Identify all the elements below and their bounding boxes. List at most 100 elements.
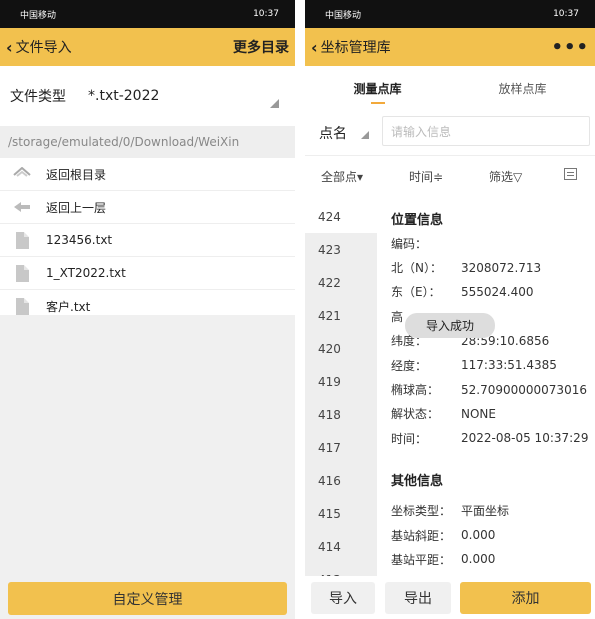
detail-key: 椭球高： <box>391 383 440 398</box>
file-name: 123456.txt <box>46 233 113 247</box>
detail-row: 编码： <box>391 231 595 255</box>
status-bar: 中国移动 10:37 <box>0 0 295 28</box>
carrier-label: 中国移动 <box>325 10 362 21</box>
list-item[interactable]: 416 <box>305 464 377 497</box>
detail-value: 0.000 <box>461 552 496 567</box>
status-time: 10:37 <box>553 9 579 19</box>
detail-value: 0.000 <box>461 528 496 543</box>
page-title: 文件导入 <box>15 40 72 56</box>
back-arrow-icon <box>12 201 32 213</box>
point-detail: 位置信息 编码： 北（N）： 3208072.713 东（E）： 555024.40… <box>391 205 595 572</box>
all-points-filter[interactable]: 全部点▾ <box>321 168 363 185</box>
tab-survey-points[interactable]: 测量点库 <box>305 80 450 97</box>
list-item-label: 返回上一层 <box>46 200 107 215</box>
detail-row: 经度： 117:33:51.4385 <box>391 353 595 377</box>
list-item[interactable]: 421 <box>305 299 377 332</box>
detail-value: NONE <box>461 406 496 421</box>
file-icon <box>12 298 32 315</box>
list-item[interactable]: 414 <box>305 530 377 563</box>
detail-key: 编码： <box>391 236 428 251</box>
detail-key: 基站平距： <box>391 552 452 567</box>
status-bar: 中国移动 10:37 <box>305 0 595 28</box>
dropdown-triangle-icon <box>270 99 279 108</box>
detail-value: 3208072.713 <box>461 260 542 275</box>
list-item-label: 返回根目录 <box>46 167 107 182</box>
add-button[interactable]: 添加 <box>460 582 591 614</box>
list-item[interactable]: 415 <box>305 497 377 530</box>
current-path: /storage/emulated/0/Download/WeiXin <box>0 126 295 158</box>
file-type-value: *.txt-2022 <box>88 88 160 104</box>
custom-manage-button[interactable]: 自定义管理 <box>8 582 287 615</box>
filter-bar: 全部点▾ 时间≑ 筛选▽ <box>305 156 595 194</box>
tab-stakeout-points[interactable]: 放样点库 <box>450 80 595 97</box>
detail-row: 北（N）： 3208072.713 <box>391 255 595 279</box>
file-name: 1_XT2022.txt <box>46 266 126 280</box>
file-row[interactable]: 1_XT2022.txt <box>0 257 295 290</box>
coordinate-library-screen: 中国移动 10:37 ‹ 坐标管理库 ••• 测量点库 放样点库 点名 请输入信… <box>305 0 595 619</box>
file-icon <box>12 231 32 249</box>
detail-row: 解状态： NONE <box>391 402 595 426</box>
detail-row: 坐标类型： 平面坐标 <box>391 499 595 523</box>
detail-value: 52.70900000073016 <box>461 382 587 397</box>
detail-value: 555024.400 <box>461 284 534 299</box>
more-directories-button[interactable]: 更多目录 <box>233 37 289 57</box>
toast-message: 导入成功 <box>405 313 495 338</box>
tab-bar: 测量点库 放样点库 <box>305 66 595 110</box>
list-item[interactable]: 422 <box>305 266 377 299</box>
file-import-screen: 中国移动 10:37 ‹ 文件导入 更多目录 文件类型 *.txt-2022 /… <box>0 0 295 619</box>
detail-row: 东（E）： 555024.400 <box>391 280 595 304</box>
search-field-selector[interactable]: 点名 <box>319 123 379 143</box>
detail-key: 坐标类型： <box>391 504 452 519</box>
list-item-root[interactable]: 返回根目录 <box>0 158 295 191</box>
time-sort[interactable]: 时间≑ <box>409 168 443 185</box>
detail-value: 117:33:51.4385 <box>461 358 557 373</box>
list-item[interactable]: 418 <box>305 398 377 431</box>
search-input[interactable]: 请输入信息 <box>382 116 590 146</box>
detail-key: 北（N）： <box>391 261 442 276</box>
list-item-up[interactable]: 返回上一层 <box>0 191 295 224</box>
chevron-left-icon: ‹ <box>6 37 13 57</box>
point-id-list: 424 423 422 421 420 419 418 417 416 415 … <box>305 200 377 587</box>
list-item[interactable]: 417 <box>305 431 377 464</box>
file-type-label: 文件类型 <box>10 89 66 105</box>
list-item[interactable]: 419 <box>305 365 377 398</box>
detail-key: 东（E）： <box>391 285 441 300</box>
carrier-label: 中国移动 <box>20 10 57 21</box>
file-name: 客户.txt <box>46 300 91 314</box>
file-icon <box>12 264 32 282</box>
detail-key: 解状态： <box>391 407 440 422</box>
list-item[interactable]: 423 <box>305 233 377 266</box>
file-row[interactable]: 123456.txt <box>0 224 295 257</box>
position-info-title: 位置信息 <box>391 212 444 228</box>
list-view-icon[interactable] <box>564 168 577 180</box>
home-icon <box>12 167 32 181</box>
list-item[interactable]: 424 <box>305 200 377 233</box>
chevron-left-icon: ‹ <box>311 37 318 57</box>
empty-area <box>0 315 295 619</box>
export-button[interactable]: 导出 <box>385 582 451 614</box>
status-time: 10:37 <box>253 9 279 19</box>
detail-row: 基站斜距： 0.000 <box>391 523 595 547</box>
detail-value: 平面坐标 <box>461 504 510 519</box>
bottom-action-bar: 导入 导出 添加 <box>305 576 595 619</box>
page-title: 坐标管理库 <box>320 40 391 56</box>
dropdown-triangle-icon <box>361 130 369 139</box>
back-button[interactable]: ‹ 文件导入 <box>6 37 72 57</box>
detail-row: 时间： 2022-08-05 10:37:29 <box>391 426 595 450</box>
more-icon[interactable]: ••• <box>551 37 589 58</box>
detail-key: 基站斜距： <box>391 528 452 543</box>
app-header: ‹ 文件导入 更多目录 <box>0 28 295 66</box>
back-button[interactable]: ‹ 坐标管理库 <box>311 37 391 57</box>
detail-key: 经度： <box>391 358 428 373</box>
detail-value: 2022-08-05 10:37:29 <box>461 431 589 446</box>
list-item[interactable]: 420 <box>305 332 377 365</box>
tab-indicator <box>371 102 385 104</box>
import-button[interactable]: 导入 <box>311 582 375 614</box>
filter-button[interactable]: 筛选▽ <box>489 168 522 185</box>
app-header: ‹ 坐标管理库 ••• <box>305 28 595 66</box>
detail-row: 椭球高： 52.70900000073016 <box>391 377 595 401</box>
file-type-selector[interactable]: 文件类型 *.txt-2022 <box>0 66 295 126</box>
search-row: 点名 请输入信息 <box>305 110 595 156</box>
search-field-label: 点名 <box>319 125 347 142</box>
other-info-title: 其他信息 <box>391 474 444 490</box>
